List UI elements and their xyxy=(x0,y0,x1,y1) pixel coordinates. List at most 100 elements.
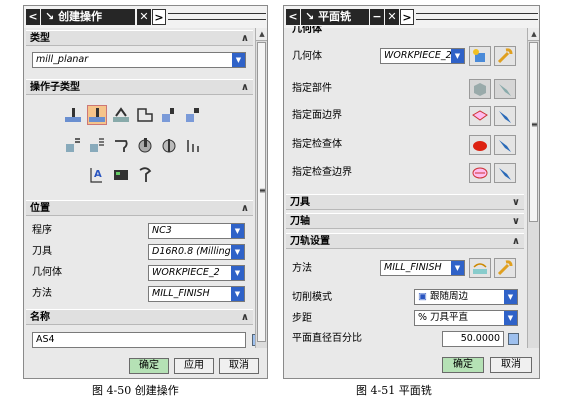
edit-method-icon[interactable] xyxy=(494,258,516,278)
edit-geometry-icon[interactable] xyxy=(494,46,516,66)
section-subtype[interactable]: 操作子类型 ∧ xyxy=(26,79,253,95)
geometry-label: 几何体 xyxy=(292,51,322,62)
flashlight-icon[interactable] xyxy=(494,135,516,155)
chevron-up-icon: ∧ xyxy=(240,312,249,323)
grip-icon: ≡ xyxy=(531,120,538,129)
stepover-label: 步距 xyxy=(292,313,312,324)
geometry-label: 几何体 xyxy=(32,267,62,278)
program-label: 程序 xyxy=(32,225,52,236)
hole-milling-icon[interactable] xyxy=(136,136,154,154)
flashlight-icon[interactable] xyxy=(494,79,516,99)
cancel-button[interactable]: 取消 xyxy=(219,358,259,374)
svg-text:A: A xyxy=(94,169,102,180)
cleanup-corners-icon[interactable] xyxy=(184,106,202,124)
dropdown-arrow-icon: ▼ xyxy=(504,311,517,325)
section-tool[interactable]: 刀具 ∨ xyxy=(286,194,524,210)
percent-flat-diameter-input[interactable]: 50.0000 xyxy=(442,331,504,347)
section-path-settings[interactable]: 刀轨设置 ∧ xyxy=(286,233,524,249)
specify-part-label: 指定部件 xyxy=(292,83,332,94)
section-name[interactable]: 名称 ∧ xyxy=(26,309,253,325)
subtype-icon-grid: A xyxy=(64,105,224,196)
new-geometry-icon[interactable] xyxy=(469,46,491,66)
type-select[interactable]: mill_planar ▼ xyxy=(32,52,246,68)
dialog-title: ↘ 平面铣 xyxy=(301,9,369,25)
title-rule xyxy=(168,13,266,14)
scroll-up-icon[interactable]: ▲ xyxy=(528,28,539,41)
planar-text-icon[interactable]: A xyxy=(88,166,106,184)
finish-walls-icon[interactable] xyxy=(64,136,82,154)
method-select[interactable]: MILL_FINISH ▼ xyxy=(380,260,465,276)
specify-face-boundary-icon[interactable] xyxy=(469,106,491,126)
method-label: 方法 xyxy=(32,288,52,299)
cut-pattern-select[interactable]: ▣ 跟随周边 ▼ xyxy=(414,289,518,305)
mill-user-icon[interactable] xyxy=(136,166,154,184)
specify-check-body-icon[interactable] xyxy=(469,135,491,155)
grip-icon: ≡ xyxy=(259,186,266,195)
dropdown-arrow-icon: ▼ xyxy=(231,266,244,280)
title-bar: < ↘ 创建操作 ✕ > xyxy=(24,6,267,28)
program-select[interactable]: NC3 ▼ xyxy=(148,223,245,239)
close-icon[interactable]: ✕ xyxy=(137,9,151,25)
section-tool-axis[interactable]: 刀轴 ∨ xyxy=(286,213,524,229)
planar-text-extra-icon[interactable] xyxy=(184,136,202,154)
flashlight-icon[interactable] xyxy=(494,106,516,126)
dropdown-arrow-icon: ▼ xyxy=(451,49,464,63)
geometry-section-header: 几何体 xyxy=(292,26,322,34)
dropdown-arrow-icon: ▼ xyxy=(231,245,244,259)
face-milling-icon[interactable] xyxy=(87,105,107,125)
ok-button[interactable]: 确定 xyxy=(129,358,169,374)
follow-periphery-icon: ▣ xyxy=(418,291,427,302)
collapse-left-icon[interactable]: < xyxy=(26,9,40,25)
collapse-left-icon[interactable]: < xyxy=(286,9,300,25)
scroll-thumb[interactable] xyxy=(529,42,538,222)
title-rule xyxy=(416,13,538,14)
geometry-select[interactable]: WORKPIECE_2 ▼ xyxy=(148,265,245,281)
scrollbar[interactable]: ▲ ≡ xyxy=(255,28,267,348)
chevron-up-icon: ∧ xyxy=(240,203,249,214)
minimize-icon[interactable]: − xyxy=(370,9,384,25)
stepover-select[interactable]: % 刀具平直 ▼ xyxy=(414,310,518,326)
cancel-button[interactable]: 取消 xyxy=(490,357,532,373)
scroll-up-icon[interactable]: ▲ xyxy=(256,28,267,41)
mill-control-icon[interactable] xyxy=(112,166,130,184)
ok-button[interactable]: 确定 xyxy=(442,357,484,373)
scrollbar[interactable]: ▲ ≡ xyxy=(527,28,539,348)
cut-pattern-label: 切削模式 xyxy=(292,292,332,303)
expand-right-icon[interactable]: > xyxy=(152,9,166,25)
specify-part-icon[interactable] xyxy=(469,79,491,99)
specify-check-boundary-icon[interactable] xyxy=(469,163,491,183)
thread-milling-icon[interactable] xyxy=(160,136,178,154)
flashlight-icon[interactable] xyxy=(494,163,516,183)
tool-label: 刀具 xyxy=(32,246,52,257)
geometry-select[interactable]: WORKPIECE_2 ▼ xyxy=(380,48,465,64)
dropdown-arrow-icon: ▼ xyxy=(232,53,245,67)
section-location[interactable]: 位置 ∧ xyxy=(26,200,253,216)
figure-caption-right: 图 4-51 平面铣 xyxy=(356,384,432,397)
finish-floor-icon[interactable] xyxy=(88,136,106,154)
planar-mill-dialog: < ↘ 平面铣 − ✕ > 几何体 几何体 WORKPIECE_2 ▼ 指定部件 … xyxy=(283,5,540,379)
face-milling-manual-icon[interactable] xyxy=(112,106,130,124)
chevron-up-icon: ∧ xyxy=(511,236,520,247)
dialog-title-text: 平面铣 xyxy=(318,10,352,23)
create-operation-dialog: < ↘ 创建操作 ✕ > 类型 ∧ mill_planar ▼ 操作子类型 ∧ A xyxy=(23,5,268,379)
value-reset-icon[interactable] xyxy=(508,333,519,345)
groove-milling-icon[interactable] xyxy=(112,136,130,154)
dropdown-arrow-icon: ▼ xyxy=(451,261,464,275)
apply-button[interactable]: 应用 xyxy=(174,358,214,374)
tool-select[interactable]: D16R0.8 (Milling T ▼ xyxy=(148,244,245,260)
pointer-icon: ↘ xyxy=(305,10,315,23)
title-bar: < ↘ 平面铣 − ✕ > xyxy=(284,6,539,28)
method-label: 方法 xyxy=(292,263,312,274)
expand-right-icon[interactable]: > xyxy=(400,9,414,25)
chevron-up-icon: ∧ xyxy=(240,33,249,44)
close-icon[interactable]: ✕ xyxy=(385,9,399,25)
section-type[interactable]: 类型 ∧ xyxy=(26,30,253,46)
method-select[interactable]: MILL_FINISH ▼ xyxy=(148,286,245,302)
planar-profile-icon[interactable] xyxy=(160,106,178,124)
pointer-icon: ↘ xyxy=(45,10,55,23)
dialog-title-text: 创建操作 xyxy=(58,10,103,23)
name-input[interactable]: AS4 xyxy=(32,332,246,348)
planar-mill-icon[interactable] xyxy=(136,106,154,124)
new-method-icon[interactable] xyxy=(469,258,491,278)
face-milling-area-icon[interactable] xyxy=(64,106,82,124)
